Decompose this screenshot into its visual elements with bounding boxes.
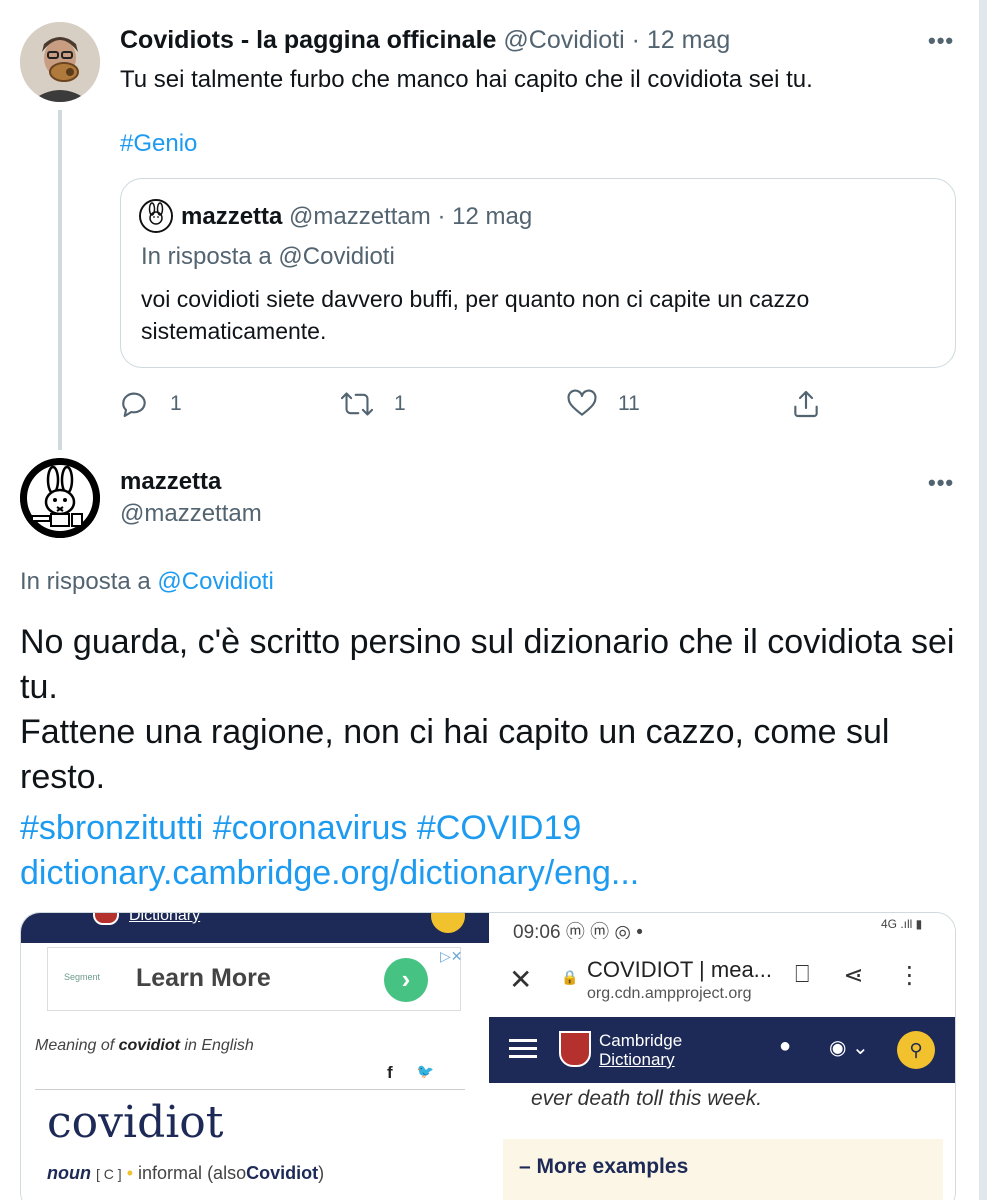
- more-examples-label: – More examples: [519, 1155, 689, 1178]
- quoted-reply-handle: @Covidioti: [278, 243, 395, 270]
- phone-status-signal: 4G .ıll ▮: [881, 917, 923, 931]
- example-sentence: ever death toll this week.: [531, 1087, 763, 1110]
- tweet1-text: Tu sei talmente furbo che manco hai capi…: [120, 66, 813, 93]
- quoted-text: voi covidioti siete davvero buffi, per q…: [141, 286, 810, 344]
- share-icon: ⋖: [843, 962, 864, 989]
- search-icon: ⚲: [897, 1031, 935, 1069]
- also-prefix: (also: [207, 1163, 247, 1183]
- share-button[interactable]: [790, 388, 822, 420]
- tweet2-hashtags[interactable]: #sbronzitutti #coronavirus #COVID19: [20, 806, 581, 851]
- tweet1-header: Covidiots - la paggina officinale @Covid…: [120, 26, 730, 55]
- lock-icon: 🔒: [561, 969, 579, 985]
- avatar-mazzetta[interactable]: [20, 458, 100, 538]
- tweet2-text: No guarda, c'è scritto persino sul dizio…: [20, 623, 955, 796]
- ad-learn-more[interactable]: Learn More: [136, 964, 271, 993]
- meaning-word: covidiot: [118, 1037, 180, 1054]
- tweet2-link[interactable]: dictionary.cambridge.org/dictionary/eng.…: [20, 851, 639, 896]
- divider: [35, 1089, 465, 1090]
- avatar-photo-icon: [20, 22, 100, 102]
- quoted-header: mazzetta @mazzettam · 12 mag: [181, 203, 532, 231]
- bullet: •: [126, 1163, 133, 1183]
- bunny-avatar-icon: [141, 201, 171, 231]
- scrollbar-gutter: [979, 0, 987, 1200]
- tweet2-media[interactable]: Dictionary Segment Learn More › ▷✕ Meani…: [20, 912, 956, 1200]
- tweet2-author-name[interactable]: mazzetta: [120, 468, 221, 496]
- also-word: Covidiot: [246, 1163, 319, 1183]
- share-row: f 🐦: [387, 1063, 434, 1083]
- tweet2-author-handle[interactable]: @mazzettam: [120, 500, 262, 528]
- quoted-reply-context: In risposta a @Covidioti: [141, 243, 395, 271]
- browser-page-title: COVIDIOT | mea...: [587, 957, 773, 982]
- thread-connector-line: [58, 110, 62, 450]
- reply-count: 1: [170, 392, 182, 415]
- left-logo-text: Dictionary: [129, 912, 201, 924]
- ad-banner[interactable]: Segment Learn More › ▷✕: [47, 947, 463, 1011]
- browser-url-bar: ✕ 🔒 COVIDIOT | mea... org.cdn.ampproject…: [489, 939, 955, 1019]
- tweet2-reply-handle-link[interactable]: @Covidioti: [157, 568, 273, 595]
- quoted-author-handle: @mazzettam: [289, 203, 431, 230]
- like-count: 11: [618, 392, 640, 415]
- retweet-icon: [340, 392, 374, 416]
- bookmark-icon: ⎕: [795, 961, 810, 988]
- heart-icon: [567, 389, 597, 416]
- ad-arrow-icon[interactable]: ›: [384, 958, 428, 1002]
- also-suffix: ): [318, 1163, 325, 1183]
- ad-brand: Segment: [64, 972, 101, 982]
- tweet1-hashtag-link[interactable]: #Genio: [120, 130, 197, 158]
- tweet1-author-handle[interactable]: @Covidioti: [503, 26, 624, 54]
- tweet2-more-icon[interactable]: •••: [928, 470, 954, 496]
- grammar-label: [ C ]: [96, 1166, 122, 1182]
- quoted-author-name: mazzetta: [181, 203, 283, 230]
- right-cambridge-header: Cambridge Dictionary ● ◉ ⌄ ⚲: [489, 1017, 955, 1083]
- quoted-tweet-card[interactable]: mazzetta @mazzettam · 12 mag In risposta…: [120, 178, 956, 368]
- register-label: informal: [138, 1163, 203, 1183]
- left-crest-icon: [93, 913, 119, 925]
- left-search-icon: [431, 913, 465, 933]
- tweet1-author-name[interactable]: Covidiots - la paggina officinale: [120, 26, 496, 54]
- reply-button[interactable]: 1: [118, 388, 182, 420]
- meaning-prefix: Meaning of: [35, 1037, 115, 1054]
- avatar-covidioti[interactable]: [20, 22, 100, 102]
- hamburger-icon: [509, 1039, 537, 1059]
- cambridge-logo-line2: Dictionary: [599, 1050, 675, 1069]
- close-icon: ✕: [509, 964, 533, 995]
- tweet2-reply-context: In risposta a @Covidioti: [20, 568, 274, 596]
- like-button[interactable]: 11: [566, 388, 640, 420]
- media-image-left[interactable]: Dictionary Segment Learn More › ▷✕ Meani…: [21, 913, 489, 1200]
- left-cambridge-header: Dictionary: [21, 913, 489, 943]
- quoted-reply-prefix: In risposta a: [141, 243, 272, 270]
- meaning-line: Meaning of covidiot in English: [35, 1037, 254, 1055]
- browser-actions: ⎕ ⋖ ⋮: [795, 961, 922, 990]
- more-examples-box: – More examples: [503, 1139, 943, 1200]
- pos-label: noun: [47, 1163, 91, 1183]
- globe-icon: ◉ ⌄: [829, 1037, 869, 1059]
- media-image-right[interactable]: 09:06 ⓜ ⓜ ◎ • 4G .ıll ▮ ✕ 🔒 COVIDIOT | m…: [489, 913, 955, 1200]
- share-icon: [794, 390, 818, 418]
- person-icon: ●: [779, 1035, 792, 1057]
- facebook-icon: f: [387, 1063, 393, 1082]
- meaning-suffix: in English: [184, 1037, 254, 1054]
- browser-page-url: org.cdn.ampproject.org: [587, 985, 752, 1002]
- tweet1-date[interactable]: · 12 mag: [632, 26, 731, 54]
- tweet1-more-icon[interactable]: •••: [928, 28, 954, 54]
- crest-icon: [559, 1031, 591, 1067]
- quoted-avatar: [139, 199, 173, 233]
- part-of-speech-line: noun [ C ] • informal (alsoCovidiot): [47, 1163, 324, 1184]
- retweet-button[interactable]: 1: [340, 388, 406, 420]
- ad-close-icon[interactable]: ▷✕: [440, 948, 463, 965]
- menu-icon: ⋮: [897, 962, 922, 989]
- reply-icon: [122, 392, 146, 418]
- tweet2-reply-prefix: In risposta a: [20, 568, 151, 595]
- cambridge-logo-line1: Cambridge: [599, 1031, 683, 1050]
- bunny-avatar-icon: [20, 458, 100, 538]
- twitter-icon: 🐦: [416, 1063, 435, 1079]
- headword: covidiot: [47, 1097, 224, 1148]
- quoted-date: · 12 mag: [437, 203, 533, 230]
- retweet-count: 1: [394, 392, 406, 415]
- cambridge-logo-text: Cambridge Dictionary: [599, 1031, 682, 1069]
